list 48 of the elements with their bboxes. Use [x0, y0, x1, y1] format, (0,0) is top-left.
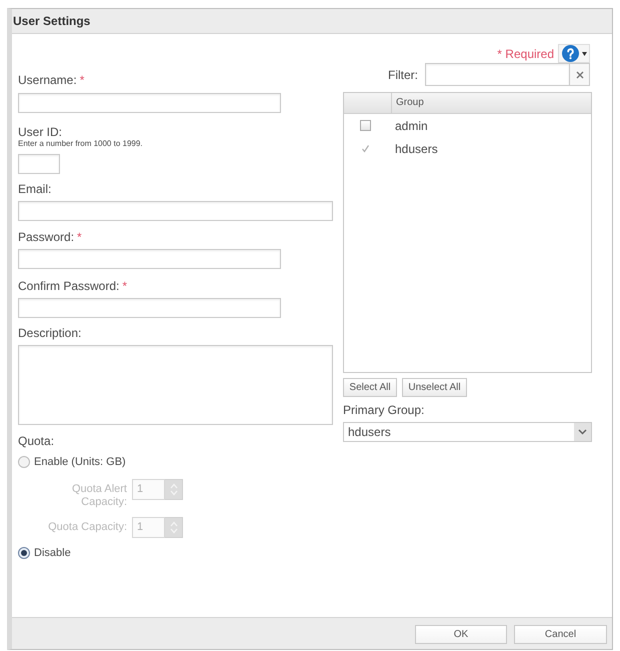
required-mark: *: [80, 73, 84, 87]
field-label: Filter:: [388, 66, 418, 84]
hint-text: Enter a number from 1000 to 1999.: [18, 139, 144, 148]
field-label: Password:: [18, 230, 74, 244]
radio-button[interactable]: [18, 456, 30, 468]
text-field[interactable]: [18, 154, 60, 174]
radio-label: Disable: [34, 546, 71, 560]
radio-button[interactable]: [18, 547, 30, 559]
primary-group-select[interactable]: hdusers: [343, 422, 592, 442]
required-mark: *: [122, 279, 128, 293]
text-field[interactable]: [18, 201, 333, 221]
required-mark: *: [77, 230, 82, 244]
checkbox[interactable]: [360, 120, 371, 131]
help-button[interactable]: [558, 44, 590, 63]
table-cell-text: admin: [395, 118, 428, 134]
field-label: Username:: [18, 73, 77, 87]
column-header[interactable]: Group: [392, 93, 424, 113]
chevron-down-icon: [574, 423, 591, 441]
spin-button[interactable]: [165, 517, 183, 538]
field-label: Quota:: [18, 434, 54, 448]
button[interactable]: OK: [415, 625, 507, 644]
text-field[interactable]: [18, 298, 281, 318]
checkbox[interactable]: [360, 143, 371, 154]
field-label: Description:: [18, 326, 82, 340]
field-label: Confirm Password:: [18, 279, 120, 293]
field-label: Primary Group:: [343, 403, 424, 417]
field-label: User ID:: [18, 125, 62, 139]
filter-field[interactable]: [425, 63, 570, 86]
field-label: Email:: [18, 182, 52, 196]
window-title: User Settings: [13, 13, 90, 30]
field-label: Quota Capacity:: [47, 521, 127, 534]
button[interactable]: Unselect All: [402, 378, 467, 397]
required-note: * Required: [497, 46, 554, 62]
radio-label: Enable (Units: GB): [34, 455, 126, 469]
field-label: Quota Alert Capacity:: [70, 483, 127, 509]
up-down-arrows-icon: [170, 483, 178, 496]
table-cell-text: hdusers: [395, 140, 438, 158]
caret-down-icon: [582, 52, 586, 56]
text-field[interactable]: [18, 93, 281, 113]
description-field[interactable]: [18, 345, 333, 425]
text-field[interactable]: [18, 249, 281, 269]
help-icon: [562, 45, 578, 62]
button[interactable]: Select All: [343, 378, 397, 397]
spin-button[interactable]: [165, 479, 183, 500]
close-icon: [576, 70, 584, 78]
button[interactable]: Cancel: [514, 625, 607, 644]
up-down-arrows-icon: [170, 521, 178, 534]
clear-button[interactable]: [570, 63, 590, 86]
